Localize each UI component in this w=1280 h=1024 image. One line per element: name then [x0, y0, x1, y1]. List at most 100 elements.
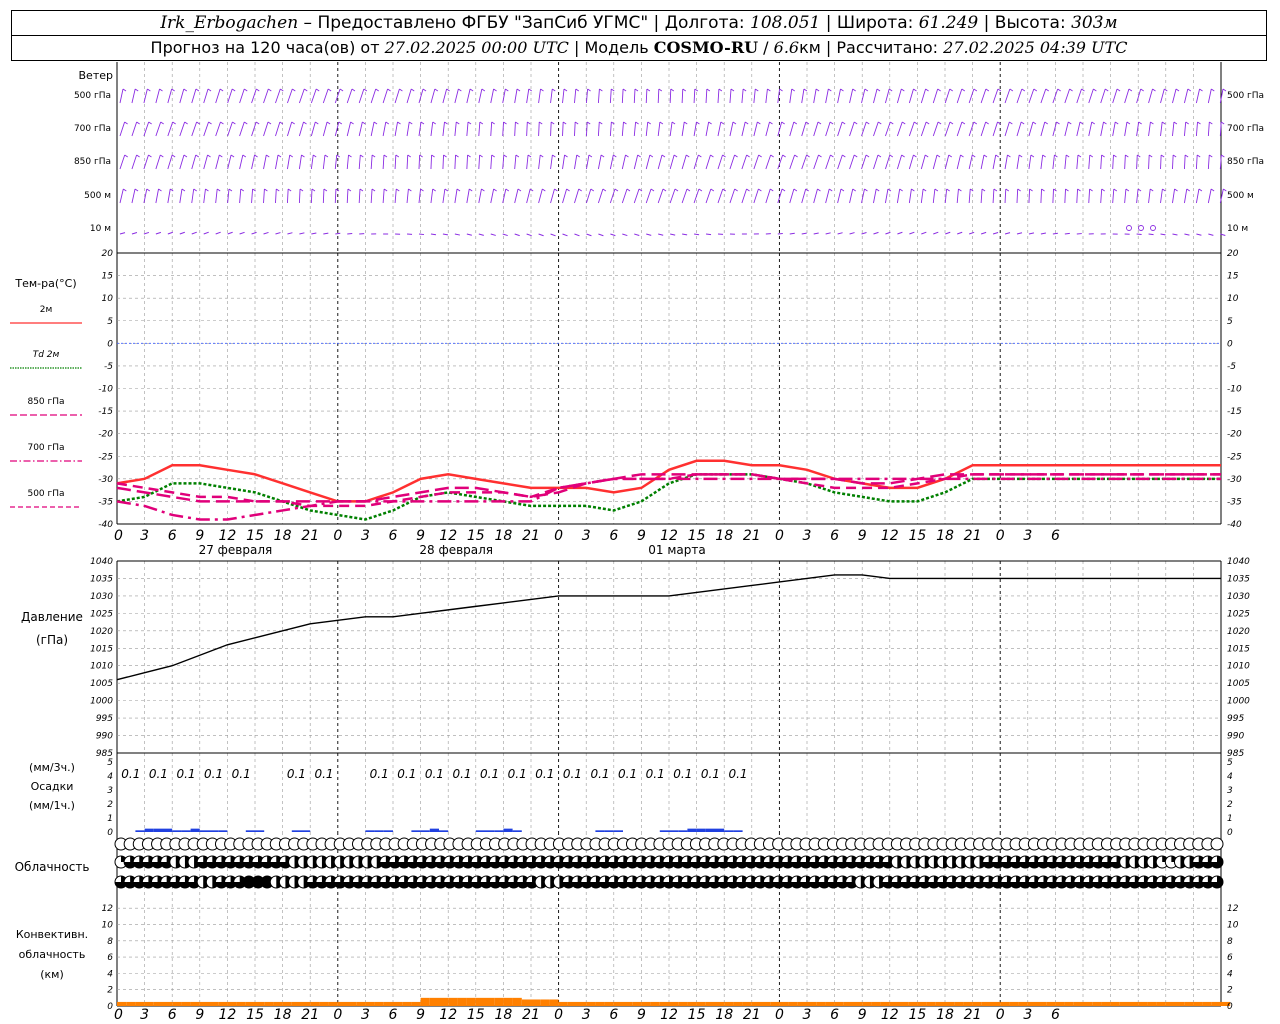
conv-bar — [687, 1001, 697, 1006]
wind-level-label-right: 850 гПа — [1227, 157, 1264, 167]
wind-barb — [1172, 88, 1180, 104]
temp-tick-right: 5 — [1227, 317, 1233, 327]
wind-barb — [633, 154, 641, 170]
wind-barb — [885, 121, 894, 137]
wind-barb — [490, 188, 497, 204]
wind-barb — [299, 232, 305, 235]
wind-barb — [980, 121, 989, 137]
precip-value-label: 0.1 — [508, 767, 527, 781]
precip-tick-left: 3 — [107, 786, 113, 796]
conv-bar — [567, 1001, 577, 1006]
wind-barb — [394, 88, 403, 104]
wind-barb — [418, 233, 425, 236]
wind-barb — [873, 88, 881, 104]
hour-tick-label: 15 — [908, 1007, 926, 1023]
wind-barb — [669, 121, 676, 137]
wind-barb — [896, 121, 906, 137]
wind-barb — [621, 121, 627, 137]
wind-barb — [454, 233, 460, 236]
cloud-symbol — [1210, 837, 1224, 851]
wind-barb — [203, 88, 212, 104]
wind-barb — [1184, 233, 1190, 236]
wind-barb — [239, 231, 245, 235]
wind-barb — [203, 121, 212, 137]
conv-bar — [135, 1001, 145, 1006]
conv-bar — [209, 1001, 219, 1006]
wind-barb — [1076, 88, 1085, 104]
conv-bar — [540, 999, 550, 1006]
press-tick-right: 1025 — [1227, 609, 1250, 619]
press-tick-right: 1015 — [1227, 644, 1250, 654]
wind-barb — [502, 88, 509, 104]
wind-barb — [682, 233, 688, 236]
wind-barb — [179, 231, 185, 235]
wind-barb — [538, 121, 543, 137]
conv-bar — [190, 1001, 200, 1006]
conv-tick-left: 8 — [107, 937, 113, 947]
wind-barb — [346, 121, 354, 137]
wind-barb — [239, 154, 247, 170]
wind-barb — [1136, 188, 1142, 204]
wind-barb — [813, 232, 819, 235]
wind-level-label: 500 м — [84, 191, 111, 201]
wind-barb — [1195, 188, 1203, 204]
wind-barb — [825, 188, 833, 204]
wind-barb — [418, 121, 425, 137]
conv-bar — [935, 1001, 945, 1006]
conv-bar — [862, 1001, 872, 1006]
wind-barb — [920, 188, 927, 204]
wind-barb — [1195, 154, 1201, 170]
wind-barb — [1112, 154, 1117, 170]
hour-tick-label: 18 — [715, 528, 733, 544]
wind-barb — [980, 231, 987, 235]
precip-bar — [163, 828, 173, 832]
hour-tick-label: 21 — [301, 1007, 319, 1023]
temp-tick-left: -20 — [98, 430, 113, 440]
hour-tick-label: 15 — [688, 1007, 706, 1023]
wind-barb — [717, 188, 727, 204]
conv-bar — [678, 1001, 688, 1006]
wind-barb — [777, 88, 783, 104]
precip-unit-3h: (мм/3ч.) — [29, 761, 75, 774]
wind-level-label-right: 500 м — [1227, 191, 1254, 201]
wind-barb — [896, 154, 905, 170]
wind-barb — [597, 188, 607, 204]
meteogram-chart: Ветер 500 гПа 500 гПа 700 гПа 700 гПа 850 гПа… — [10, 62, 1264, 1023]
precip-value-label: 0.1 — [176, 767, 195, 781]
wind-barb — [633, 88, 639, 104]
conv-bar — [1119, 1001, 1129, 1006]
wind-barb — [765, 121, 773, 137]
hour-tick-label: 18 — [274, 528, 292, 544]
wind-barb — [645, 88, 651, 104]
conv-bar — [531, 999, 541, 1006]
wind-barb — [430, 233, 437, 236]
conv-tick-right: 8 — [1227, 937, 1233, 947]
wind-barb — [681, 188, 691, 204]
wind-barb — [992, 88, 1002, 104]
wind-barb — [346, 154, 352, 170]
wind-barb — [1028, 121, 1037, 137]
wind-barb — [741, 121, 749, 137]
wind-barb — [406, 121, 413, 137]
conv-bar — [411, 1001, 421, 1006]
precip-bar — [172, 830, 182, 832]
wind-barb — [669, 154, 678, 170]
wind-barb — [298, 88, 308, 104]
wind-barb — [1052, 88, 1061, 104]
conv-bar — [945, 1001, 955, 1006]
wind-barb — [466, 88, 474, 104]
conv-bar — [853, 1001, 863, 1006]
hour-tick-label: 6 — [830, 1007, 839, 1023]
wind-barb — [885, 231, 891, 235]
precip-value-label: 0.1 — [618, 767, 637, 781]
precip-tick-left: 1 — [107, 814, 113, 824]
conv-tick-right: 4 — [1227, 969, 1233, 979]
wind-barb — [215, 231, 221, 235]
wind-barb — [550, 121, 555, 137]
wind-barb — [729, 188, 738, 204]
temp-legend-label: Td 2м — [33, 350, 60, 360]
wind-barb — [1016, 154, 1023, 170]
wind-barb — [227, 88, 236, 104]
wind-barb — [406, 88, 415, 104]
press-tick-left: 1005 — [90, 679, 113, 689]
